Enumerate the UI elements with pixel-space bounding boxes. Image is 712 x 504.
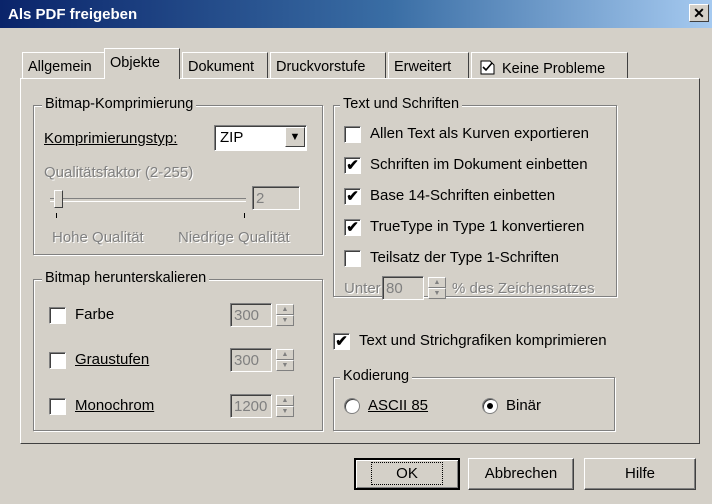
base14-fonts-label: Base 14-Schriften einbetten — [370, 187, 556, 204]
truetype-convert-label: TrueType in Type 1 konvertieren — [370, 218, 585, 235]
tab-erweitert[interactable]: Erweitert — [388, 52, 469, 79]
grayscale-resolution-spinner[interactable]: ▲ ▼ — [276, 349, 294, 371]
color-label: Farbe — [75, 306, 115, 323]
low-quality-label: Niedrige Qualität — [178, 229, 290, 246]
tab-objekte[interactable]: Objekte — [104, 48, 180, 79]
monochrome-resolution-spinner[interactable]: ▲ ▼ — [276, 395, 294, 417]
color-resolution-field[interactable]: 300 — [230, 303, 272, 327]
close-button[interactable]: ✕ — [689, 4, 709, 22]
tab-keine-probleme[interactable]: Keine Probleme — [471, 52, 628, 79]
binary-radio[interactable] — [482, 398, 498, 414]
encoding-group: Kodierung ASCII 85 Binär — [333, 368, 615, 431]
help-button[interactable]: Hilfe — [584, 458, 696, 490]
tab-dokument[interactable]: Dokument — [182, 52, 268, 79]
spin-up-icon[interactable]: ▲ — [428, 277, 446, 288]
type1-subset-checkbox[interactable] — [344, 250, 361, 267]
type1-subset-label: Teilsatz der Type 1-Schriften — [370, 249, 559, 266]
bitmap-compression-group: Bitmap-Komprimierung Komprimierungstyp: … — [33, 96, 323, 255]
quality-factor-label: Qualitätsfaktor (2-255) — [44, 164, 194, 181]
embed-fonts-label: Schriften im Dokument einbetten — [370, 156, 588, 173]
high-quality-label: Hohe Qualität — [52, 229, 144, 246]
spin-up-icon[interactable]: ▲ — [276, 349, 294, 360]
percent-charset-label: % des Zeichensatzes — [452, 280, 595, 297]
quality-factor-field[interactable]: 2 — [252, 186, 300, 210]
binary-label: Binär — [506, 397, 542, 414]
grayscale-resolution-field[interactable]: 300 — [230, 348, 272, 372]
monochrome-checkbox[interactable] — [49, 398, 66, 415]
monochrome-label: Monochrom — [75, 397, 155, 414]
cancel-button[interactable]: Abbrechen — [468, 458, 574, 490]
truetype-convert-checkbox[interactable]: ✔ — [344, 219, 361, 236]
title-bar: Als PDF freigeben ✕ — [0, 0, 712, 28]
spin-down-icon[interactable]: ▼ — [428, 288, 446, 299]
radio-selected-dot — [487, 403, 493, 409]
grayscale-checkbox[interactable] — [49, 352, 66, 369]
spin-down-icon[interactable]: ▼ — [276, 360, 294, 371]
subset-threshold-spinner[interactable]: ▲ ▼ — [428, 277, 446, 299]
downsampling-title: Bitmap herunterskalieren — [42, 270, 210, 286]
compression-type-value: ZIP — [220, 129, 244, 146]
chevron-down-icon[interactable]: ▼ — [285, 127, 305, 147]
color-resolution-spinner[interactable]: ▲ ▼ — [276, 304, 294, 326]
text-as-curves-label: Allen Text als Kurven exportieren — [370, 125, 590, 142]
color-checkbox[interactable] — [49, 307, 66, 324]
document-check-icon — [479, 59, 496, 80]
spin-down-icon[interactable]: ▼ — [276, 406, 294, 417]
ascii85-label: ASCII 85 — [368, 397, 429, 414]
compression-type-select[interactable]: ZIP ▼ — [214, 125, 307, 151]
compress-text-checkbox[interactable]: ✔ — [333, 333, 350, 350]
text-as-curves-checkbox[interactable] — [344, 126, 361, 143]
subset-threshold-field[interactable]: 80 — [382, 276, 424, 300]
encoding-title: Kodierung — [340, 368, 413, 384]
slider-tick — [244, 213, 245, 218]
window-title: Als PDF freigeben — [8, 6, 138, 23]
spin-down-icon[interactable]: ▼ — [276, 315, 294, 326]
slider-thumb[interactable] — [54, 190, 63, 208]
grayscale-label: Graustufen — [75, 351, 150, 368]
compress-text-label: Text und Strichgrafiken komprimieren — [359, 332, 607, 349]
spin-up-icon[interactable]: ▲ — [276, 304, 294, 315]
compression-type-label: Komprimierungstyp: — [44, 130, 178, 147]
tab-allgemein[interactable]: Allgemein — [22, 52, 105, 79]
tab-panel-objekte: Bitmap-Komprimierung Komprimierungstyp: … — [20, 78, 700, 444]
ok-button[interactable]: OK — [354, 458, 460, 490]
downsampling-group: Bitmap herunterskalieren Farbe 300 ▲ ▼ Gr… — [33, 270, 323, 431]
text-fonts-group: Text und Schriften Allen Text als Kurven… — [333, 96, 617, 300]
ascii85-radio[interactable] — [344, 398, 360, 414]
embed-fonts-checkbox[interactable]: ✔ — [344, 157, 361, 174]
slider-track — [50, 198, 246, 202]
quality-slider[interactable] — [50, 190, 246, 210]
tab-druckvorstufe[interactable]: Druckvorstufe — [270, 52, 386, 79]
spin-up-icon[interactable]: ▲ — [276, 395, 294, 406]
base14-fonts-checkbox[interactable]: ✔ — [344, 188, 361, 205]
slider-tick — [56, 213, 57, 218]
monochrome-resolution-field[interactable]: 1200 — [230, 394, 272, 418]
under-label: Unter — [344, 280, 381, 297]
text-fonts-title: Text und Schriften — [340, 96, 463, 112]
bitmap-compression-title: Bitmap-Komprimierung — [42, 96, 197, 112]
